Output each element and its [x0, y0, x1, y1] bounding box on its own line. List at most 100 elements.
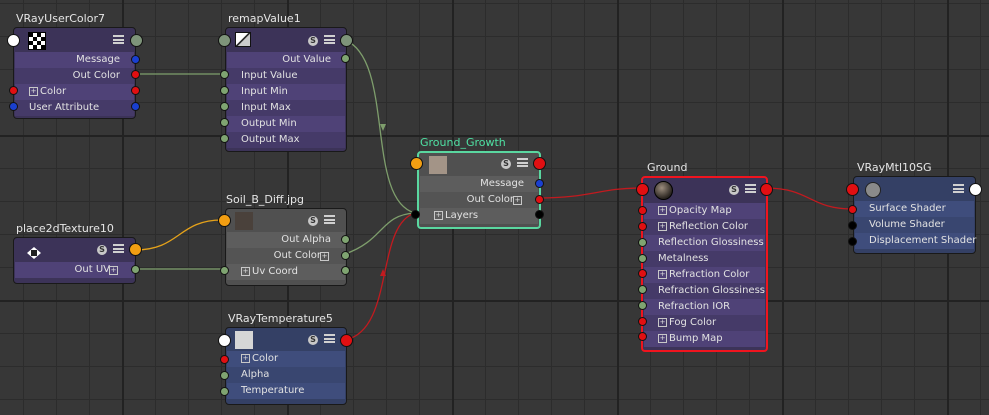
- input-port[interactable]: [848, 205, 857, 214]
- vray-temperature-node[interactable]: S + Color Alpha Temperature: [225, 327, 347, 405]
- input-port[interactable]: [220, 118, 229, 127]
- input-port[interactable]: [638, 317, 647, 326]
- s-icon[interactable]: S: [308, 216, 318, 226]
- menu-icon[interactable]: [953, 184, 964, 193]
- output-port[interactable]: [131, 70, 140, 79]
- menu-icon[interactable]: [324, 35, 335, 44]
- input-port[interactable]: [218, 34, 231, 47]
- menu-icon[interactable]: [113, 35, 124, 44]
- input-port[interactable]: [848, 221, 857, 230]
- input-port[interactable]: [220, 387, 229, 396]
- input-port[interactable]: [638, 269, 647, 278]
- input-port[interactable]: [9, 86, 18, 95]
- input-port[interactable]: [220, 355, 229, 364]
- expand-icon[interactable]: +: [241, 266, 250, 276]
- output-port[interactable]: [341, 54, 350, 63]
- output-port[interactable]: [131, 86, 140, 95]
- input-port[interactable]: [218, 334, 231, 347]
- expand-icon[interactable]: +: [658, 269, 667, 279]
- menu-icon[interactable]: [745, 184, 756, 193]
- input-port[interactable]: [638, 285, 647, 294]
- output-port[interactable]: [341, 266, 350, 275]
- menu-icon[interactable]: [324, 334, 335, 343]
- port-label: + Reflection Color: [658, 221, 749, 232]
- output-port[interactable]: [131, 55, 140, 64]
- expand-icon[interactable]: +: [241, 353, 250, 363]
- expand-icon[interactable]: +: [109, 266, 118, 275]
- output-port[interactable]: [760, 183, 773, 196]
- wire-temperature-to-layers[interactable]: [344, 212, 416, 341]
- port-label: Input Value: [241, 70, 298, 81]
- node-editor-canvas[interactable]: VRayUserColor7 Message Out Color + Color …: [0, 0, 989, 415]
- input-port[interactable]: [848, 237, 857, 246]
- menu-icon[interactable]: [517, 158, 528, 167]
- input-port[interactable]: [218, 214, 231, 227]
- input-port[interactable]: [638, 222, 647, 231]
- output-port[interactable]: [131, 102, 140, 111]
- input-port[interactable]: [220, 266, 229, 275]
- expand-icon[interactable]: +: [658, 333, 667, 343]
- output-port[interactable]: [131, 265, 140, 274]
- port-label: Volume Shader: [869, 219, 945, 230]
- port-label: Input Max: [241, 102, 291, 113]
- output-port[interactable]: [130, 34, 143, 47]
- output-port[interactable]: [535, 210, 544, 219]
- output-port[interactable]: [340, 34, 353, 47]
- output-port[interactable]: [535, 195, 544, 204]
- input-port[interactable]: [411, 210, 420, 219]
- s-icon[interactable]: S: [501, 159, 511, 169]
- input-port[interactable]: [220, 371, 229, 380]
- input-port[interactable]: [9, 102, 18, 111]
- wire-outvalue-to-layers[interactable]: [344, 39, 416, 214]
- output-port[interactable]: [969, 183, 982, 196]
- input-port[interactable]: [638, 206, 647, 215]
- s-icon[interactable]: S: [729, 185, 739, 195]
- input-port[interactable]: [636, 183, 649, 196]
- menu-icon[interactable]: [324, 215, 335, 224]
- vray-user-color-node[interactable]: Message Out Color + Color User Attribute: [13, 27, 136, 119]
- place2d-texture-node[interactable]: S Out UV +: [13, 237, 136, 284]
- expand-icon[interactable]: +: [658, 221, 667, 231]
- output-port[interactable]: [533, 157, 546, 170]
- vray-material-node[interactable]: S + Opacity Map + Reflection Color Reflect…: [641, 176, 768, 352]
- remap-value-node[interactable]: S Out Value Input Value Input Min Input …: [225, 27, 347, 152]
- input-port[interactable]: [638, 254, 647, 263]
- layered-texture-node[interactable]: S Message Out Color + + Layers: [417, 151, 541, 229]
- node-title: Ground_Growth: [420, 136, 506, 149]
- port-label: Surface Shader: [869, 203, 946, 214]
- input-port[interactable]: [410, 157, 423, 170]
- wire-layered-to-ground[interactable]: [538, 187, 642, 199]
- shading-group-node[interactable]: Surface Shader Volume Shader Displacemen…: [853, 176, 976, 254]
- place2d-icon: [27, 244, 41, 259]
- output-port[interactable]: [341, 251, 350, 260]
- port-label: + Refraction Color: [658, 269, 750, 280]
- s-icon[interactable]: S: [308, 335, 318, 345]
- node-title: Soil_B_Diff.jpg: [226, 193, 304, 206]
- wire-ground-to-sg[interactable]: [765, 187, 853, 210]
- input-port[interactable]: [638, 332, 647, 341]
- expand-icon[interactable]: +: [658, 205, 667, 215]
- file-texture-node[interactable]: S Out Alpha Out Color + + Uv Coord: [225, 208, 347, 286]
- s-icon[interactable]: S: [308, 36, 318, 46]
- input-port[interactable]: [638, 238, 647, 247]
- input-port[interactable]: [220, 134, 229, 143]
- input-port[interactable]: [220, 102, 229, 111]
- input-port[interactable]: [220, 86, 229, 95]
- expand-icon[interactable]: +: [434, 210, 443, 220]
- wire-place2d-to-file[interactable]: [134, 219, 223, 251]
- input-port[interactable]: [638, 301, 647, 310]
- input-port[interactable]: [7, 34, 20, 47]
- s-icon[interactable]: S: [97, 245, 107, 255]
- output-port[interactable]: [129, 243, 142, 256]
- output-port[interactable]: [535, 179, 544, 188]
- input-port[interactable]: [220, 70, 229, 79]
- expand-icon[interactable]: +: [513, 196, 522, 205]
- output-port[interactable]: [340, 334, 353, 347]
- port-label: Out Color: [466, 194, 514, 205]
- expand-icon[interactable]: +: [658, 317, 667, 327]
- output-port[interactable]: [341, 235, 350, 244]
- expand-icon[interactable]: +: [29, 86, 38, 96]
- menu-icon[interactable]: [113, 244, 124, 253]
- expand-icon[interactable]: +: [320, 252, 329, 261]
- input-port[interactable]: [846, 183, 859, 196]
